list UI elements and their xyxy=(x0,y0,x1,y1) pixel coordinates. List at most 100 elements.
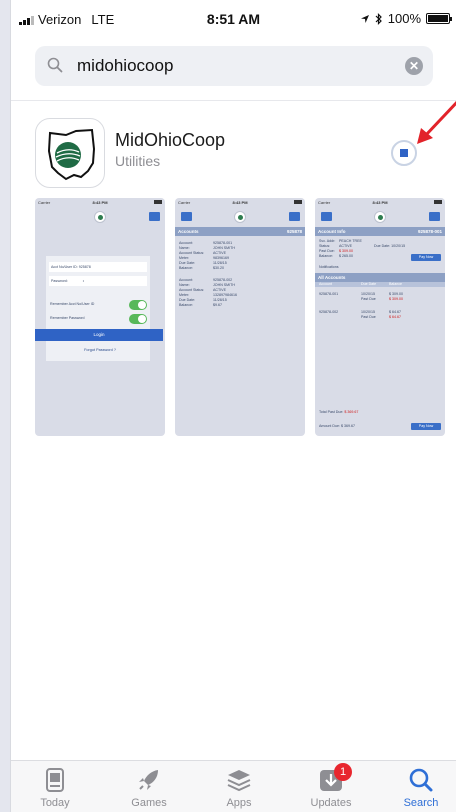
row-past-due: $ 64.67 xyxy=(389,315,401,319)
row-past-due-label: Past Due xyxy=(361,297,376,301)
stack-icon xyxy=(226,767,252,793)
tab-label: Apps xyxy=(226,797,252,809)
battery-percent: 100% xyxy=(387,11,421,26)
app-screenshots[interactable]: Carrier 8:43 PM Acct No/User ID: 925878 … xyxy=(35,198,445,436)
search-icon xyxy=(47,57,63,73)
col-due-date: Due Date xyxy=(361,282,377,286)
app-category: Utilities xyxy=(115,153,161,169)
row-amount: $ 309.00 xyxy=(389,292,403,296)
pay-now-button-bottom: Pay Now xyxy=(411,423,441,430)
row-past-due: $ 309.00 xyxy=(389,297,403,301)
account-block-1: Account: 925878-001 Name: JOHN SMITH Accou… xyxy=(175,241,305,271)
account-value: 11/28/15 xyxy=(213,261,227,265)
account-value: $30.20 xyxy=(213,266,224,270)
coop-logo-icon xyxy=(374,211,386,223)
account-row: Balance: $30.20 xyxy=(175,266,305,271)
account-block-2: Account: 925878-002 Name: JOHN SMITH Accou… xyxy=(175,278,305,308)
search-input[interactable]: midohiocoop xyxy=(77,56,173,76)
account-list-row: 925878-001 10/20/15 $ 309.00 Past Due $ 309… xyxy=(315,292,445,302)
accounts-id: 925878 xyxy=(286,229,302,234)
login-button: Login xyxy=(35,329,163,341)
accounts-header: Accounts 925878 xyxy=(175,227,305,236)
users-icon xyxy=(321,212,332,221)
all-accounts-columns: Account Due Date Balance xyxy=(315,282,445,287)
shot-battery-icon xyxy=(294,200,302,204)
col-balance: Balance xyxy=(389,282,402,286)
password-field: Password: • xyxy=(49,276,147,286)
shot-nav xyxy=(315,207,445,227)
svc-addr-value: PEACH TREE xyxy=(339,239,362,243)
today-icon xyxy=(42,767,68,793)
shot-nav xyxy=(175,207,305,227)
remember-password-toggle xyxy=(129,314,147,324)
account-value: ACTIVE xyxy=(213,288,226,292)
shot-battery-icon xyxy=(154,200,162,204)
search-icon xyxy=(408,767,434,793)
menu-icon xyxy=(149,212,160,221)
total-past-due-row: Total Past Due: $ 369.67 xyxy=(315,410,358,415)
amount-due-label: Amount Due: xyxy=(319,424,340,428)
coop-logo-icon xyxy=(94,211,106,223)
search-bar[interactable]: midohiocoop ✕ xyxy=(35,46,433,86)
row-past-due-label: Past Due xyxy=(361,315,376,319)
password-dot: • xyxy=(82,279,85,283)
tab-today[interactable]: Today xyxy=(15,767,95,809)
remember-account-toggle xyxy=(129,300,147,310)
account-info-details: Svc. Addr: PEACH TREE Status: ACTIVE Due Da… xyxy=(315,239,445,270)
account-value: 925878-001 xyxy=(213,241,233,245)
account-row: Balance: $9.67 xyxy=(175,303,305,308)
account-field: Acct No/User ID: 925878 xyxy=(49,262,147,272)
tab-search[interactable]: Search xyxy=(381,767,456,809)
shot-battery-icon xyxy=(434,200,442,204)
tab-games[interactable]: Games xyxy=(109,767,189,809)
account-list-row: 925878-002 10/20/15 $ 64.67 Past Due $ 64.6… xyxy=(315,310,445,320)
coop-logo-icon xyxy=(234,211,246,223)
tab-label: Search xyxy=(403,797,439,809)
bluetooth-icon xyxy=(375,12,382,25)
remember-account-label: Remember Acct No/User ID xyxy=(50,302,95,306)
shot-time: 8:43 PM xyxy=(92,200,108,205)
account-key: Balance: xyxy=(179,266,193,270)
shot-time: 8:43 PM xyxy=(372,200,388,205)
updates-badge: 1 xyxy=(334,763,352,781)
amount-due-value: $ 369.67 xyxy=(340,424,355,428)
tab-updates[interactable]: 1 Updates xyxy=(291,763,371,809)
account-value: 925878-002 xyxy=(213,278,233,282)
menu-icon xyxy=(429,212,440,221)
screenshot-login[interactable]: Carrier 8:43 PM Acct No/User ID: 925878 … xyxy=(35,198,165,436)
shot-status-bar: Carrier 8:43 PM xyxy=(315,198,445,207)
account-info-title: Account Info xyxy=(318,229,346,234)
account-value: 11/28/15 xyxy=(213,298,227,302)
tab-apps[interactable]: Apps xyxy=(199,767,279,809)
col-account: Account xyxy=(319,282,332,286)
tab-bar: Today Games Apps 1 Updates Search xyxy=(11,760,456,812)
account-value: JOHN SMITH xyxy=(213,283,235,287)
status-bar: Verizon LTE 8:51 AM 100% xyxy=(11,0,456,38)
total-past-due-value: $ 369.67 xyxy=(344,410,359,414)
battery-fill xyxy=(428,15,448,22)
app-name[interactable]: MidOhioCoop xyxy=(115,130,225,151)
arrow-annotation-icon xyxy=(417,100,456,144)
due-date-label: Due Date: xyxy=(373,244,391,248)
row-amount: $ 64.67 xyxy=(389,310,401,314)
account-list-line: Past Due $ 309.00 xyxy=(315,297,445,302)
remember-password-label: Remember Password xyxy=(50,316,85,320)
account-info-header: Account Info 925878-001 xyxy=(315,227,445,236)
amount-due-row: Amount Due: $ 369.67 xyxy=(315,424,355,429)
menu-icon xyxy=(289,212,300,221)
users-icon xyxy=(181,212,192,221)
shot-status-bar: Carrier 8:43 PM xyxy=(35,198,165,207)
status-icons: 100% xyxy=(360,11,452,26)
balance-label: Balance: xyxy=(319,254,333,258)
screenshot-accounts[interactable]: Carrier 8:43 PM Accounts 925878 Account:… xyxy=(175,198,305,436)
app-icon[interactable] xyxy=(35,118,105,188)
screenshot-account-info[interactable]: Carrier 8:43 PM Account Info 925878-001 … xyxy=(315,198,445,436)
clear-icon[interactable]: ✕ xyxy=(405,57,423,75)
account-value: $9.67 xyxy=(213,303,222,307)
total-past-due-label: Total Past Due: xyxy=(319,410,344,414)
tab-label: Today xyxy=(40,797,70,809)
divider xyxy=(11,100,456,101)
accounts-title: Accounts xyxy=(178,229,199,234)
rocket-icon xyxy=(136,767,162,793)
tab-label: Games xyxy=(131,797,167,809)
